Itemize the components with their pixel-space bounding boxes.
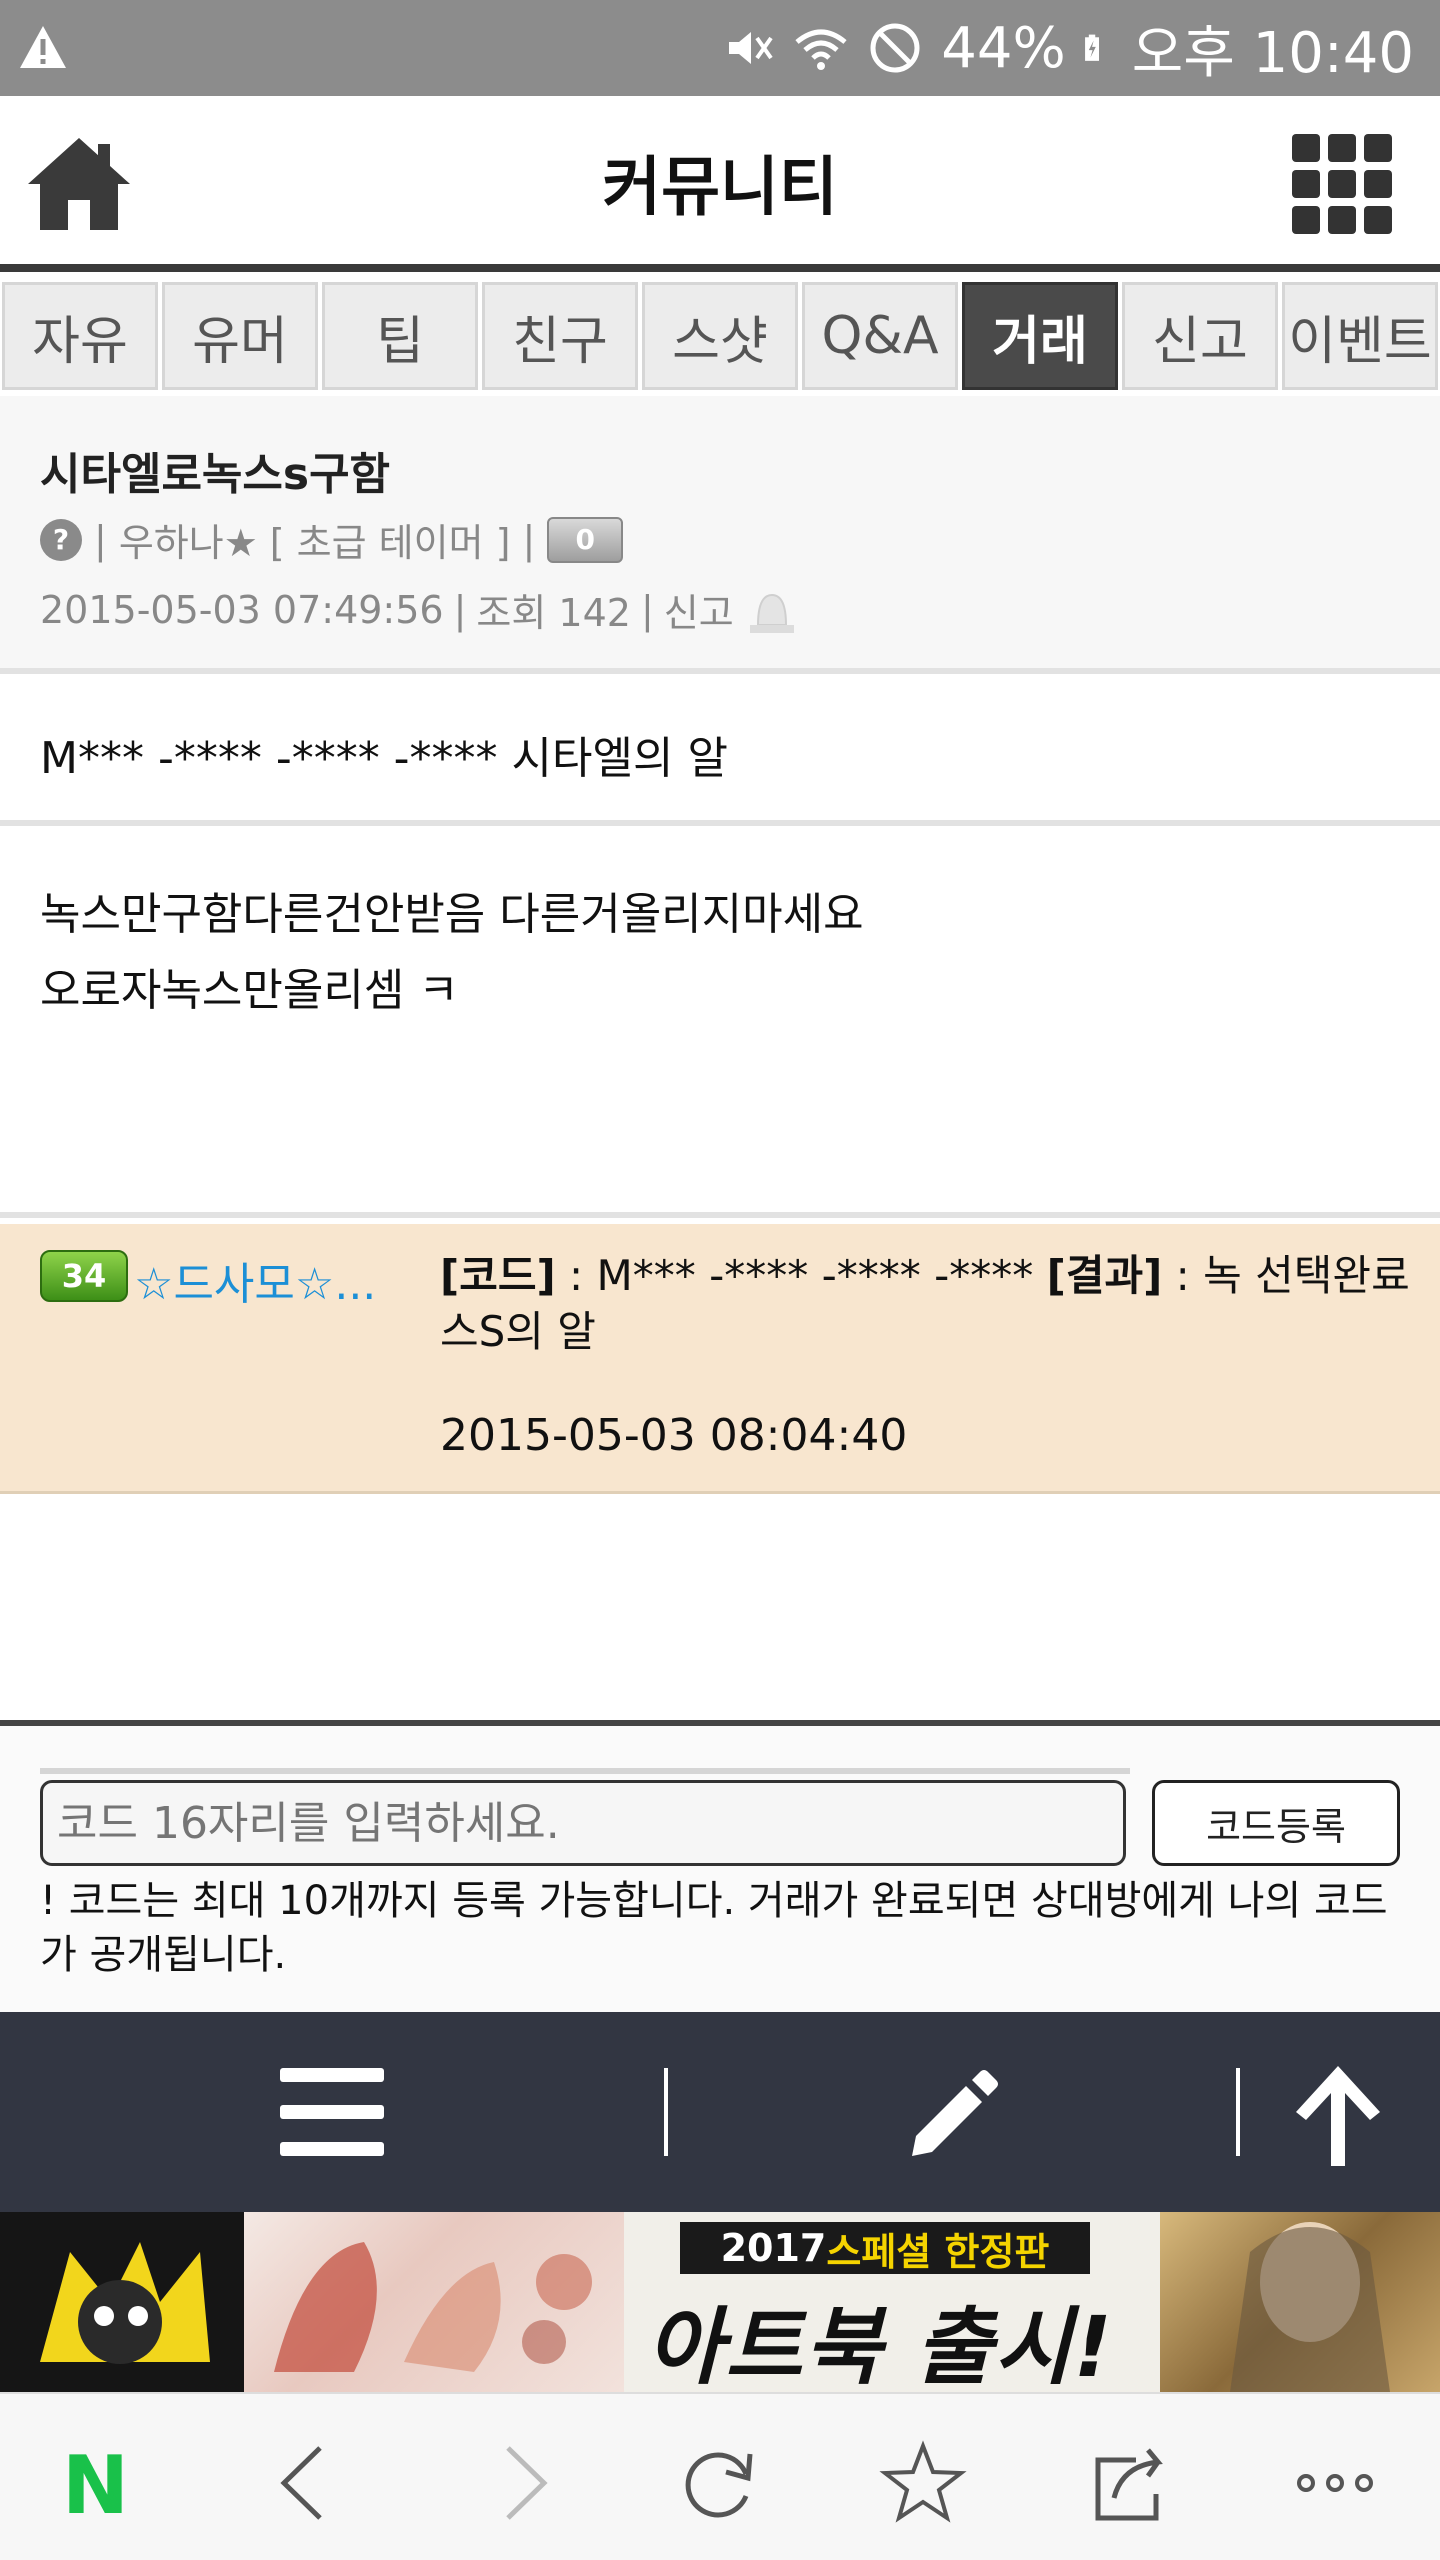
tab-report[interactable]: 신고 xyxy=(1122,282,1278,390)
browser-nav-bar: N xyxy=(0,2392,1440,2560)
banner-character-art xyxy=(1160,2212,1440,2392)
post-header: 시타엘로녹스s구함 ? | 우하나★ [ 초급 테이머 ] | 0 2015-0… xyxy=(0,396,1440,674)
tab-qna[interactable]: Q&A xyxy=(802,282,958,390)
scroll-top-arrow-icon[interactable] xyxy=(1290,2060,1386,2170)
tab-screenshot[interactable]: 스샷 xyxy=(642,282,798,390)
comment-text: [코드] : M*** -**** -**** -**** [결과] : 녹 선… xyxy=(440,1248,1410,1360)
bottom-toolbar xyxy=(0,2012,1440,2212)
banner-character-image xyxy=(0,2212,244,2392)
comment-author[interactable]: ☆드사모☆... xyxy=(134,1248,376,1312)
banner-headline: 아트북 출시! xyxy=(646,2298,1114,2392)
separator: | xyxy=(640,587,654,632)
post-code-text: M*** -**** -**** -**** 시타엘의 알 xyxy=(40,733,728,784)
more-icon[interactable] xyxy=(1290,2438,1380,2528)
forward-icon[interactable] xyxy=(476,2438,566,2528)
tab-friend[interactable]: 친구 xyxy=(482,282,638,390)
post-author-rank: [ 초급 테이머 ] xyxy=(269,521,511,565)
naver-logo[interactable]: N xyxy=(62,2446,129,2526)
banner-highlight: 스페셜 한정판 xyxy=(826,2229,1050,2274)
post-code-line: M*** -**** -**** -**** 시타엘의 알 xyxy=(0,680,1440,826)
refresh-icon[interactable] xyxy=(674,2438,764,2528)
back-icon[interactable] xyxy=(262,2438,352,2528)
code-notice: ! 코드는 최대 10개까지 등록 가능합니다. 거래가 완료되면 상대방에게 … xyxy=(40,1878,1388,1978)
code-input[interactable] xyxy=(40,1780,1126,1866)
post-author-line: ? | 우하나★ [ 초급 테이머 ] | 0 xyxy=(40,512,624,567)
divider xyxy=(1236,2068,1240,2156)
grid-menu-icon[interactable] xyxy=(1292,134,1392,234)
banner-text-area: 2017 스페셜 한정판 아트북 출시! xyxy=(624,2212,1160,2392)
code-value: : M*** -**** -**** -**** xyxy=(555,1251,1047,1300)
post-views: 조회 142 xyxy=(476,591,631,635)
tab-humor[interactable]: 유머 xyxy=(162,282,318,390)
separator: | xyxy=(94,517,107,562)
question-icon: ? xyxy=(40,518,82,561)
menu-icon[interactable] xyxy=(280,2068,384,2156)
level-badge: 34 xyxy=(40,1250,128,1302)
post-date: 2015-05-03 07:49:56 xyxy=(40,587,444,632)
result-value-cont: 스S의 알 xyxy=(440,1307,596,1356)
warning-icon xyxy=(20,26,66,68)
battery-percent: 44% xyxy=(941,15,1066,81)
mute-icon xyxy=(729,32,773,64)
category-tabs: 자유 유머 팁 친구 스샷 Q&A 거래 신고 이벤트 xyxy=(0,282,1440,396)
blocked-icon xyxy=(870,23,920,73)
banner-year: 2017 xyxy=(720,2226,827,2270)
post-body-line: 오로자녹스만올리셈 ㅋ xyxy=(40,965,459,1016)
pencil-icon[interactable] xyxy=(904,2064,1004,2164)
result-value: : 녹 선택완료 xyxy=(1162,1251,1410,1300)
tab-event[interactable]: 이벤트 xyxy=(1282,282,1438,390)
count-badge: 0 xyxy=(547,516,624,563)
divider xyxy=(40,1768,1130,1774)
wifi-icon xyxy=(795,29,847,70)
post-meta-line: 2015-05-03 07:49:56 | 조회 142 | 신고 xyxy=(40,582,800,637)
comment-item: 34 ☆드사모☆... [코드] : M*** -**** -**** -***… xyxy=(0,1224,1440,1494)
tab-free[interactable]: 자유 xyxy=(2,282,158,390)
separator: | xyxy=(453,587,467,632)
page-title: 커뮤니티 xyxy=(602,151,838,225)
ad-banner[interactable]: 2017 스페셜 한정판 아트북 출시! xyxy=(0,2212,1440,2392)
divider xyxy=(664,2068,668,2156)
banner-subtitle: 2017 스페셜 한정판 xyxy=(680,2222,1090,2274)
siren-icon[interactable] xyxy=(744,585,800,635)
code-form: 코드등록 ! 코드는 최대 10개까지 등록 가능합니다. 거래가 완료되면 상… xyxy=(0,1720,1440,2012)
status-bar: 44% 오후 10:40 xyxy=(0,0,1440,96)
banner-artwork-image xyxy=(244,2212,624,2392)
share-icon[interactable] xyxy=(1084,2438,1174,2528)
report-link[interactable]: 신고 xyxy=(664,582,734,637)
comment-date: 2015-05-03 08:04:40 xyxy=(440,1410,908,1461)
post-body-line: 녹스만구함다른건안받음 다른거올리지마세요 xyxy=(40,889,864,940)
register-code-button[interactable]: 코드등록 xyxy=(1152,1780,1400,1866)
post-author[interactable]: 우하나★ xyxy=(119,512,258,567)
battery-icon xyxy=(1084,34,1099,61)
tab-tip[interactable]: 팁 xyxy=(322,282,478,390)
result-label: [결과] xyxy=(1046,1251,1163,1300)
separator: | xyxy=(522,517,536,562)
app-header: 커뮤니티 xyxy=(0,96,1440,272)
post-body: 녹스만구함다른건안받음 다른거올리지마세요 오로자녹스만올리셈 ㅋ xyxy=(0,832,1440,1218)
tab-trade[interactable]: 거래 xyxy=(962,282,1118,390)
code-label: [코드] xyxy=(440,1251,556,1300)
clock: 오후 10:40 xyxy=(1131,20,1414,86)
post-title: 시타엘로녹스s구함 xyxy=(40,449,391,500)
bookmark-star-icon[interactable] xyxy=(878,2438,968,2528)
